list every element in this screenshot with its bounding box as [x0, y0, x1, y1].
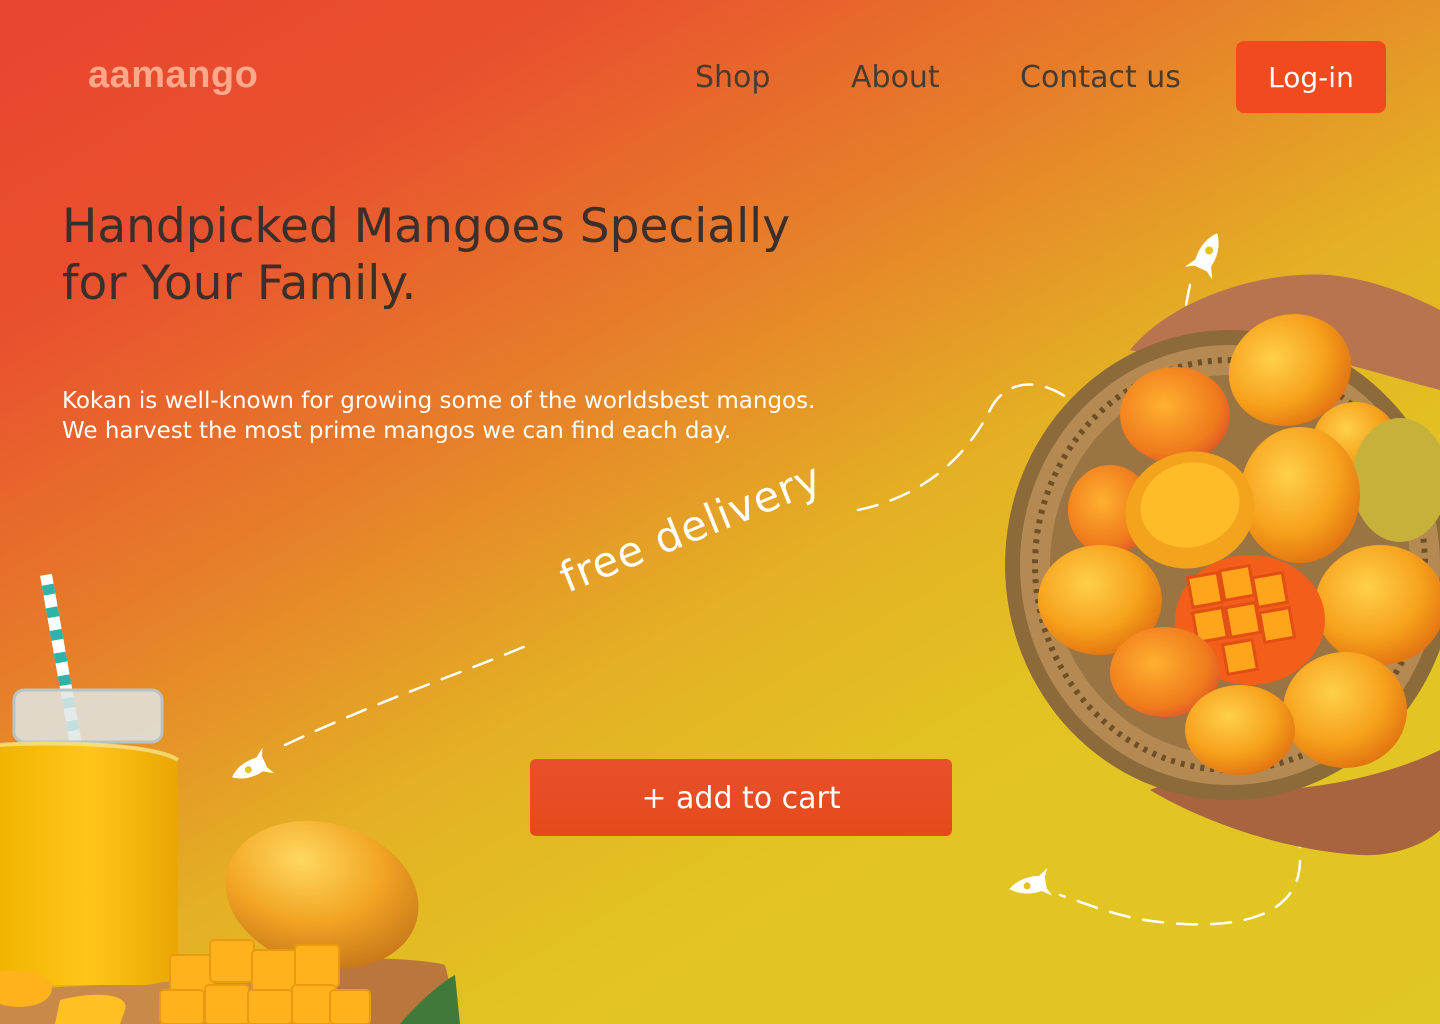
- hero-headline-line1: Handpicked Mangoes Specially: [62, 199, 791, 254]
- hero-description: Kokan is well-known for growing some of …: [62, 388, 816, 444]
- mango-smoothie-image: [0, 573, 460, 1024]
- rocket-icon: [1009, 868, 1053, 896]
- hero-headline: Handpicked Mangoes Specially for Your Fa…: [62, 198, 822, 312]
- nav-link-shop[interactable]: Shop: [695, 58, 770, 98]
- rocket-icon: [232, 747, 275, 779]
- nav-link-about[interactable]: About: [851, 58, 940, 98]
- mango-basket-image: [1005, 274, 1440, 856]
- hero-headline-line2: for Your Family.: [62, 256, 417, 311]
- rocket-icon: [1184, 233, 1219, 280]
- add-to-cart-button[interactable]: + add to cart: [530, 759, 952, 836]
- login-button[interactable]: Log-in: [1236, 41, 1386, 113]
- nav-link-contact[interactable]: Contact us: [1020, 58, 1181, 98]
- main-nav: Shop About Contact us: [0, 58, 1440, 98]
